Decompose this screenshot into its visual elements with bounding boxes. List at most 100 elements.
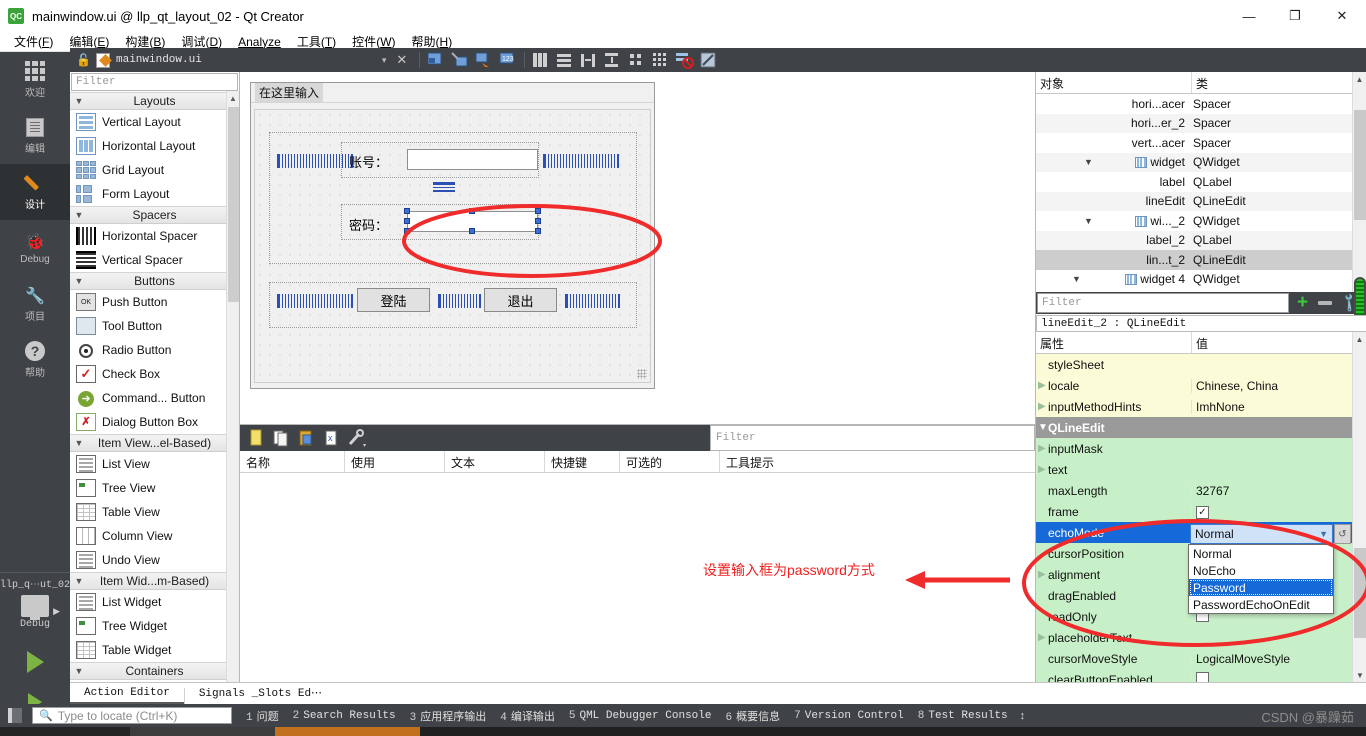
chevron-right-icon[interactable]: ▶ [1038,443,1046,454]
output-pane-qml-debugger-console[interactable]: 5 QML Debugger Console [569,710,712,722]
widget-item-table-widget[interactable]: Table Widget [70,638,239,662]
widget-item-push-button[interactable]: OK Push Button [70,290,239,314]
kit-selector[interactable]: llp_q⋯ut_02 ▶ Debug [0,572,70,630]
mode-welcome[interactable]: 欢迎 [0,52,70,108]
account-label[interactable]: 账号： [349,152,388,171]
reset-property-button[interactable]: ↺ [1334,524,1351,544]
break-layout-icon[interactable] [673,49,695,71]
object-row[interactable]: ▼ widget QWidget [1036,152,1366,172]
object-row-selected[interactable]: lin...t_2 QLineEdit [1036,250,1366,270]
dropdown-option-normal[interactable]: Normal [1189,545,1333,562]
property-value[interactable]: 32767 [1191,483,1366,498]
edit-widgets-icon[interactable] [424,49,446,71]
delete-action-icon[interactable]: x [321,428,343,448]
edit-signals-slots-icon[interactable] [448,49,470,71]
object-row[interactable]: ▼ widget 4 QWidget [1036,270,1366,290]
edit-tab-order-icon[interactable]: 123 [496,49,518,71]
widget-item-tree-widget[interactable]: Tree Widget [70,614,239,638]
widget-item-horizontal-spacer[interactable]: Horizontal Spacer [70,224,239,248]
exit-button[interactable]: 退出 [484,288,557,312]
property-row-inputmethodhints[interactable]: ▶ inputMethodHints ImhNone [1036,396,1366,417]
widget-group-containers[interactable]: ▼ Containers [70,662,239,680]
property-row-clearbuttonenabled[interactable]: clearButtonEnabled [1036,669,1366,682]
tab-action-editor[interactable]: Action Editor [70,683,184,704]
output-pane-search-results[interactable]: 2 Search Results [293,710,396,722]
widget-item-radio-button[interactable]: Radio Button [70,338,239,362]
property-value[interactable]: Chinese, China [1191,378,1366,393]
mode-help[interactable]: ? 帮助 [0,332,70,388]
selection-handle-ml[interactable] [404,218,410,224]
object-row[interactable]: label QLabel [1036,172,1366,192]
add-property-button[interactable]: + [1297,293,1308,312]
output-pane-version-control[interactable]: 7 Version Control [794,710,904,722]
property-row-cursormovestyle[interactable]: cursorMoveStyle LogicalMoveStyle [1036,648,1366,669]
chevron-right-icon[interactable]: ▶ [1038,569,1046,580]
unlock-icon[interactable]: 🔓 [76,53,91,67]
action-editor-filter-input[interactable]: Filter [710,425,1035,451]
column-text[interactable]: 文本 [445,451,545,472]
selection-handle-br[interactable] [535,228,541,234]
property-row-maxlength[interactable]: maxLength 32767 [1036,480,1366,501]
scroll-thumb[interactable] [228,107,239,302]
output-pane-compile-output[interactable]: 4 编译输出 [500,708,555,724]
output-pane-issues[interactable]: 1 问题 [246,708,279,724]
layout-splitter-vertical-icon[interactable] [601,49,623,71]
selection-handle-bl[interactable] [404,228,410,234]
selection-handle-tr[interactable] [535,208,541,214]
property-row-inputmask[interactable]: ▶ inputMask [1036,438,1366,459]
property-row-frame[interactable]: frame ✓ [1036,501,1366,522]
widget-item-column-view[interactable]: Column View [70,524,239,548]
tab-signals-slots-editor[interactable]: Signals _Slots Ed⋯ [185,683,336,704]
scroll-thumb[interactable] [1354,548,1366,638]
open-file-name[interactable]: mainwindow.ui [116,54,202,66]
taskbar-segment-highlight[interactable] [275,727,420,736]
property-row-placeholdertext[interactable]: ▶ placeholderText [1036,627,1366,648]
menu-file[interactable]: 文件(F) [6,31,61,52]
close-button[interactable]: ✕ [1318,0,1366,32]
chevron-right-icon[interactable]: ▶ [1038,380,1046,391]
frame-checkbox[interactable]: ✓ [1196,506,1209,519]
chevron-down-icon[interactable]: ▼ [1084,157,1093,167]
selection-handle-bm[interactable] [469,228,475,234]
widget-group-item-views[interactable]: ▼ Item View...el-Based) [70,434,239,452]
output-pane-updown-icon[interactable]: ↕ [1020,710,1026,722]
object-inspector-scrollbar[interactable]: ▲ [1352,72,1366,294]
chevron-right-icon[interactable]: ▶ [1038,401,1046,412]
mode-projects[interactable]: 🔧 项目 [0,276,70,332]
column-used[interactable]: 使用 [345,451,445,472]
copy-action-icon[interactable] [271,428,293,448]
password-label[interactable]: 密码： [349,215,388,234]
widget-item-grid-layout[interactable]: Grid Layout [70,158,239,182]
property-value[interactable]: ImhNone [1191,399,1366,414]
widget-item-tool-button[interactable]: Tool Button [70,314,239,338]
widget-item-horizontal-layout[interactable]: Horizontal Layout [70,134,239,158]
scroll-up-icon[interactable]: ▲ [1353,72,1366,86]
output-pane-general-messages[interactable]: 6 概要信息 [726,708,781,724]
layout-grid-icon[interactable] [649,49,671,71]
output-pane-test-results[interactable]: 8 Test Results [918,710,1008,722]
scroll-thumb[interactable] [1354,110,1366,220]
object-row[interactable]: hori...acer Spacer [1036,94,1366,114]
object-row[interactable]: ▼ wi..._2 QWidget [1036,211,1366,231]
class-column-header[interactable]: 类 [1191,72,1351,93]
widget-box-scrollbar[interactable]: ▲ ▼ [226,91,239,692]
column-name[interactable]: 名称 [240,451,345,472]
property-row-text[interactable]: ▶ text [1036,459,1366,480]
scroll-up-icon[interactable]: ▲ [227,91,239,105]
form-preview-window[interactable]: 在这里输入 账号： 密码： 登陆 退出 [250,82,655,389]
file-dropdown-caret-icon[interactable]: ▾ [382,55,387,66]
property-filter-input[interactable]: Filter [1037,293,1289,313]
widget-group-layouts[interactable]: ▼ Layouts [70,92,239,110]
form-menu-placeholder[interactable]: 在这里输入 [255,83,324,102]
widget-item-tree-view[interactable]: Tree View [70,476,239,500]
horizontal-spacer-right[interactable] [543,154,619,168]
property-value-cell[interactable]: ✓ [1191,504,1366,519]
form-design-area[interactable]: 在这里输入 账号： 密码： 登陆 退出 [240,72,1035,424]
clearbutton-checkbox[interactable] [1196,671,1209,682]
configure-icon[interactable] [346,428,368,448]
paste-action-icon[interactable] [296,428,318,448]
widget-item-undo-view[interactable]: Undo View [70,548,239,572]
edit-buddies-icon[interactable] [472,49,494,71]
chevron-right-icon[interactable]: ▶ [1038,464,1046,475]
widget-item-vertical-layout[interactable]: Vertical Layout [70,110,239,134]
